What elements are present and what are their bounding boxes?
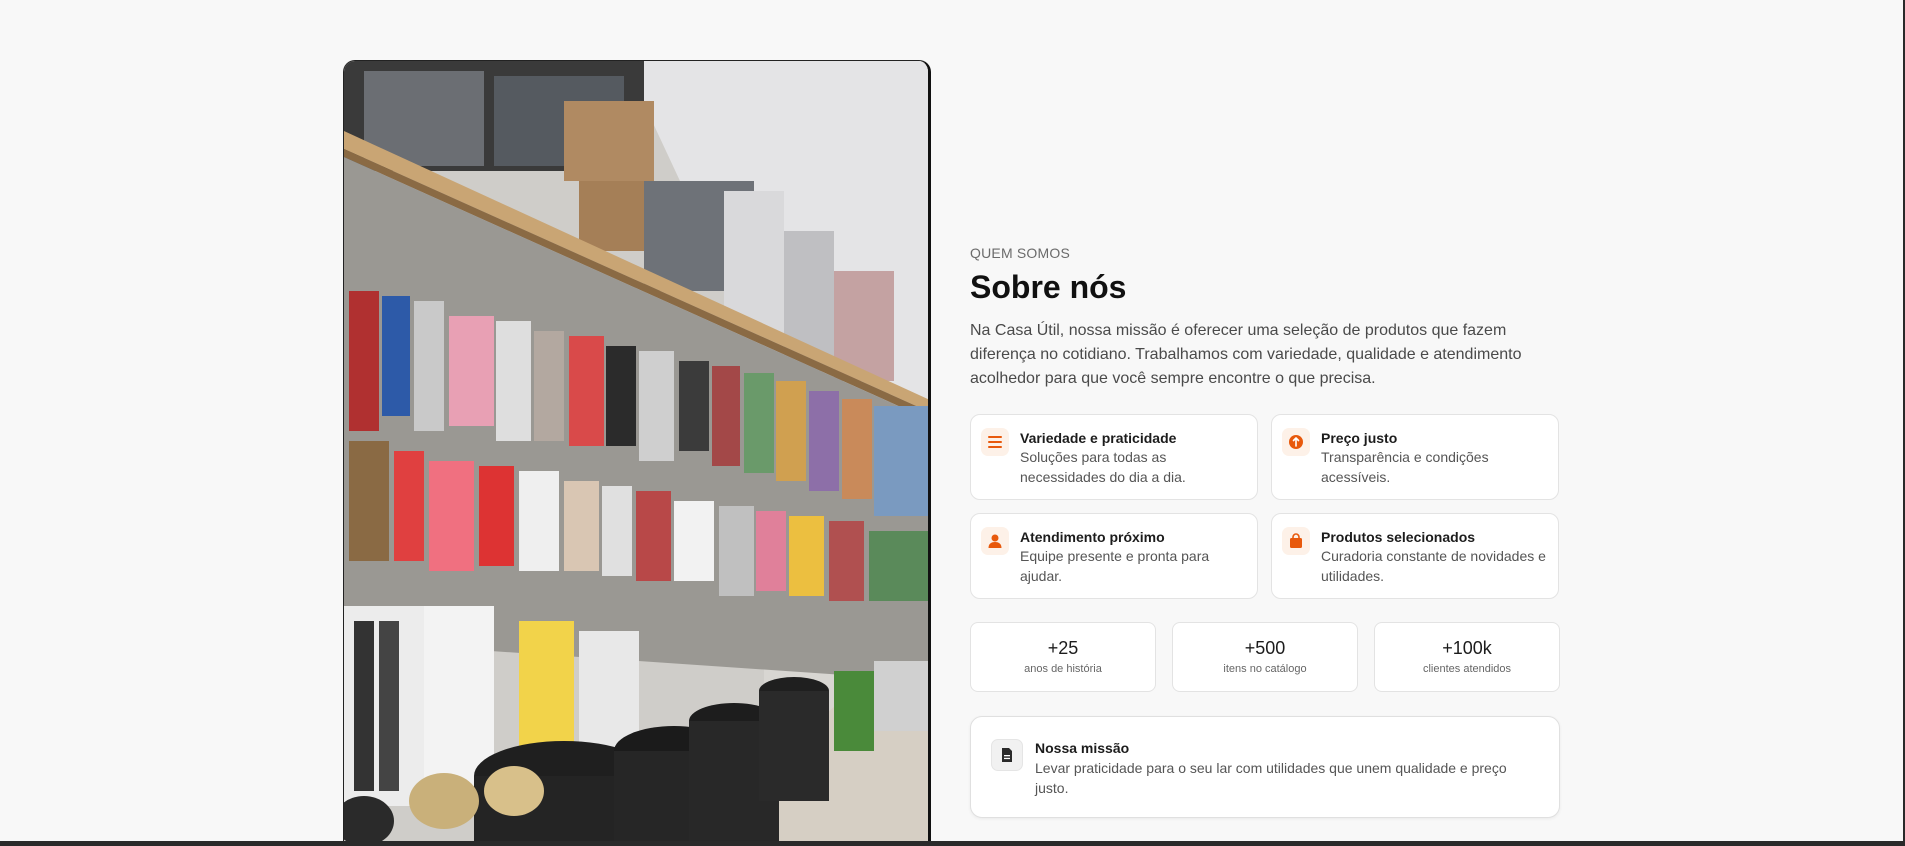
stat-card-years: +25 anos de história bbox=[970, 622, 1156, 692]
stats-row: +25 anos de história +500 itens no catál… bbox=[970, 622, 1560, 692]
about-lead-text: Na Casa Útil, nossa missão é oferecer um… bbox=[970, 322, 1522, 388]
feature-title: Produtos selecionados bbox=[1321, 529, 1476, 545]
feature-card-price: Preço justo Transparência e condições ac… bbox=[1271, 414, 1559, 500]
mission-card: Nossa missão Levar praticidade para o se… bbox=[970, 716, 1560, 818]
feature-title: Atendimento próximo bbox=[1020, 529, 1165, 545]
stat-value: +25 bbox=[1047, 638, 1079, 658]
feature-description: Transparência e condições acessíveis. bbox=[1321, 449, 1489, 485]
document-icon bbox=[991, 739, 1023, 771]
stat-value: +100k bbox=[1442, 638, 1492, 658]
page-title: Sobre nós bbox=[970, 269, 1127, 305]
features-grid: Variedade e praticidade Soluções para to… bbox=[970, 414, 1560, 599]
store-photo bbox=[343, 60, 931, 846]
window-bottom-border bbox=[0, 841, 1905, 846]
stat-card-items: +500 itens no catálogo bbox=[1172, 622, 1358, 692]
stat-value: +500 bbox=[1244, 638, 1286, 658]
stat-label: anos de história bbox=[1024, 663, 1102, 675]
mission-description: Levar praticidade para o seu lar com uti… bbox=[1035, 760, 1507, 796]
feature-card-service: Atendimento próximo Equipe presente e pr… bbox=[970, 513, 1258, 599]
feature-title: Variedade e praticidade bbox=[1020, 430, 1177, 446]
shopping-bag-icon bbox=[1282, 527, 1310, 555]
about-section: QUEM SOMOS Sobre nós Na Casa Útil, nossa… bbox=[970, 245, 1560, 818]
user-icon bbox=[981, 527, 1009, 555]
stat-label: clientes atendidos bbox=[1422, 663, 1512, 675]
feature-title: Preço justo bbox=[1321, 430, 1398, 446]
stat-label: itens no catálogo bbox=[1223, 663, 1307, 675]
feature-description: Equipe presente e pronta para ajudar. bbox=[1020, 548, 1210, 584]
feature-description: Curadoria constante de novidades e utili… bbox=[1321, 548, 1546, 584]
feature-card-products: Produtos selecionados Curadoria constant… bbox=[1271, 513, 1559, 599]
feature-card-variety: Variedade e praticidade Soluções para to… bbox=[970, 414, 1258, 500]
feature-description: Soluções para todas as necessidades do d… bbox=[1020, 449, 1186, 485]
mission-title: Nossa missão bbox=[1035, 740, 1130, 756]
price-tag-icon bbox=[1282, 428, 1310, 456]
list-icon bbox=[981, 428, 1009, 456]
section-eyebrow: QUEM SOMOS bbox=[970, 245, 1071, 261]
stat-card-clients: +100k clientes atendidos bbox=[1374, 622, 1560, 692]
